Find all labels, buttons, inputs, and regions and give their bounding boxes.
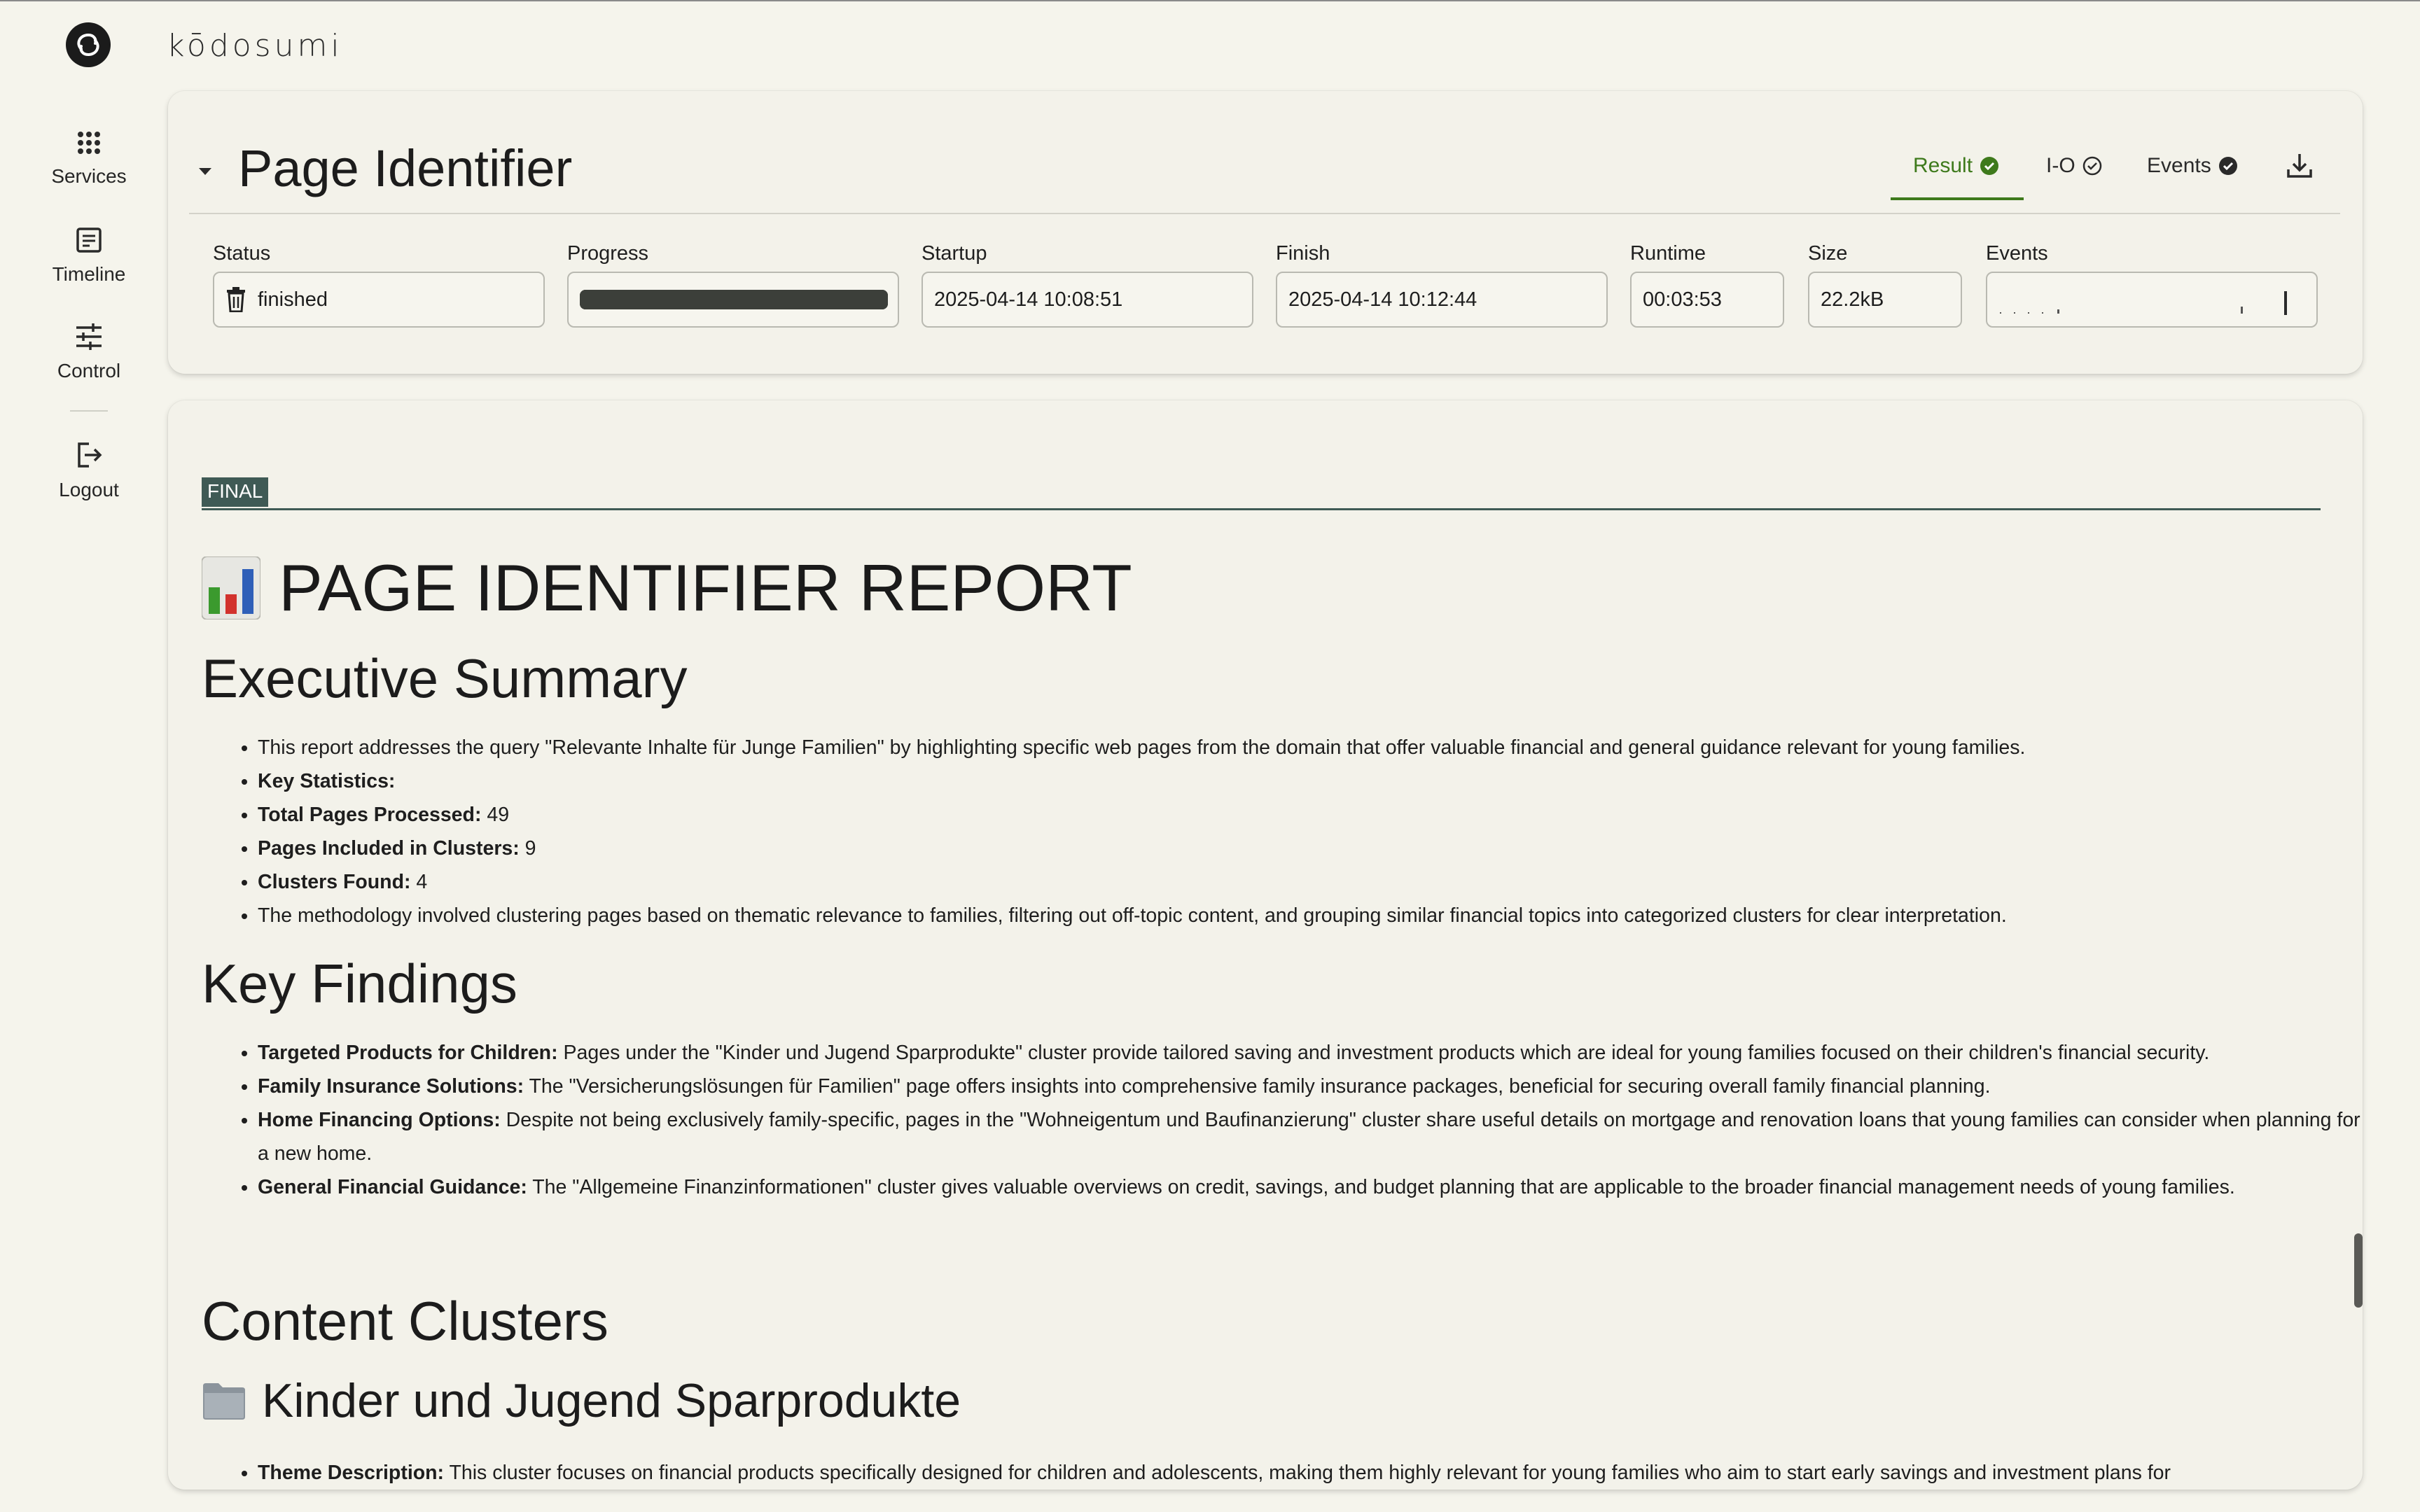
runtime-field[interactable]: 00:03:53: [1630, 272, 1784, 328]
list-item: Targeted Products for Children: Pages un…: [258, 1036, 2365, 1070]
page-title: Page Identifier: [238, 139, 573, 197]
cluster-heading: Kinder und Jugend Sparprodukte: [202, 1373, 961, 1428]
document-list-icon: [76, 227, 102, 253]
list-item: General Financial Guidance: The "Allgeme…: [258, 1170, 2365, 1204]
tab-events[interactable]: Events: [2147, 154, 2238, 178]
grid-dots-icon: [78, 132, 100, 154]
finish-field[interactable]: 2025-04-14 10:12:44: [1276, 272, 1608, 328]
list-item: Pages Included in Clusters: 9: [258, 832, 2365, 865]
list-item: The methodology involved clustering page…: [258, 899, 2365, 932]
folder-emoji-icon: [203, 1383, 245, 1420]
startup-field[interactable]: 2025-04-14 10:08:51: [922, 272, 1253, 328]
execution-header-card: [168, 91, 2363, 374]
size-value: 22.2kB: [1821, 288, 1884, 311]
progress-label: Progress: [567, 242, 649, 265]
list-item: Clusters Found: 4: [258, 865, 2365, 899]
logout-icon: [78, 442, 102, 468]
list-item: Family Insurance Solutions: The "Versich…: [258, 1070, 2365, 1103]
cluster-list: Theme Description: This cluster focuses …: [218, 1456, 2365, 1490]
events-label: Events: [1986, 242, 2048, 265]
sidebar-item-label: Services: [51, 165, 127, 187]
check-circle-filled-icon: [1980, 157, 1999, 175]
list-item: Home Financing Options: Despite not bein…: [258, 1103, 2365, 1170]
status-value: finished: [258, 288, 328, 311]
events-sparkline: [2000, 291, 2287, 315]
bar-chart-emoji-icon: [202, 556, 260, 620]
sidebar-item-control[interactable]: Control: [0, 323, 178, 382]
sidebar-item-logout[interactable]: Logout: [0, 441, 178, 501]
list-item: Theme Description: This cluster focuses …: [258, 1456, 2365, 1490]
list-item: This report addresses the query "Relevan…: [258, 731, 2365, 764]
final-rule: [202, 508, 2321, 510]
cluster-title: Kinder und Jugend Sparprodukte: [262, 1374, 961, 1427]
tab-result[interactable]: Result: [1913, 154, 1999, 178]
download-icon: [2287, 154, 2312, 178]
list-item: Total Pages Processed: 49: [258, 798, 2365, 832]
progress-bar: [580, 290, 888, 309]
finish-value: 2025-04-14 10:12:44: [1288, 288, 1477, 311]
runtime-label: Runtime: [1630, 242, 1706, 265]
header-divider: [189, 213, 2340, 214]
startup-label: Startup: [922, 242, 987, 265]
tab-label: Result: [1913, 154, 1973, 177]
startup-value: 2025-04-14 10:08:51: [934, 288, 1123, 311]
finish-label: Finish: [1276, 242, 1330, 265]
executive-summary-list: This report addresses the query "Relevan…: [218, 731, 2365, 932]
content-clusters-heading: Content Clusters: [202, 1290, 609, 1352]
sidebar-item-services[interactable]: Services: [0, 130, 178, 188]
progress-field: [567, 272, 899, 328]
report-title: PAGE IDENTIFIER REPORT: [202, 550, 1132, 626]
final-tag: FINAL: [202, 477, 269, 507]
sidebar-divider: [70, 410, 108, 412]
size-label: Size: [1808, 242, 1848, 265]
sidebar-item-label: Control: [57, 360, 121, 382]
status-field[interactable]: finished: [213, 272, 545, 328]
progress-bar-fill: [580, 290, 888, 309]
sliders-icon: [76, 323, 102, 350]
key-findings-list: Targeted Products for Children: Pages un…: [218, 1036, 2365, 1204]
download-button[interactable]: [2286, 151, 2314, 183]
runtime-value: 00:03:53: [1643, 288, 1722, 311]
status-label: Status: [213, 242, 271, 265]
key-findings-heading: Key Findings: [202, 953, 517, 1014]
sidebar-item-label: Logout: [59, 479, 119, 500]
tab-i-o[interactable]: I-O: [2046, 154, 2102, 178]
check-circle-outline-icon: [2082, 156, 2101, 176]
list-item: Key Statistics:: [258, 764, 2365, 798]
scrollbar-thumb[interactable]: [2354, 1233, 2363, 1308]
check-circle-filled-icon: [2218, 157, 2237, 175]
sidebar-item-label: Timeline: [52, 263, 126, 285]
active-tab-indicator: [1891, 197, 2024, 200]
app-logo[interactable]: [66, 22, 111, 67]
events-field[interactable]: [1986, 272, 2318, 328]
trash-icon[interactable]: [225, 287, 246, 312]
brand-wordmark: kōdosumi: [167, 28, 343, 64]
executive-summary-heading: Executive Summary: [202, 648, 688, 709]
tab-label: I-O: [2046, 154, 2075, 177]
sidebar-item-timeline[interactable]: Timeline: [0, 227, 178, 286]
collapse-caret-icon[interactable]: [199, 168, 211, 175]
tab-label: Events: [2147, 154, 2211, 177]
size-field[interactable]: 22.2kB: [1808, 272, 1962, 328]
report-title-text: PAGE IDENTIFIER REPORT: [279, 551, 1132, 624]
